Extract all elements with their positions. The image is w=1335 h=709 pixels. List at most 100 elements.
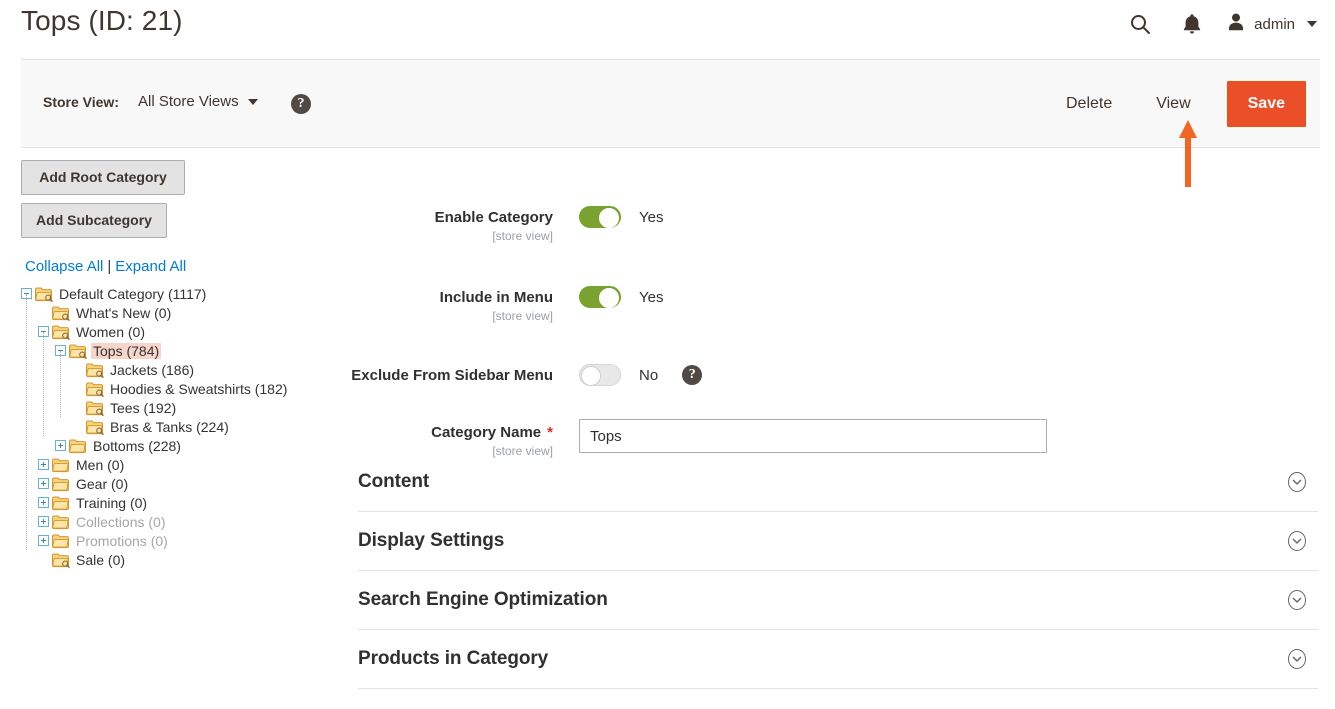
enable-category-scope: [store view] [492, 229, 553, 243]
chevron-down-icon [247, 98, 258, 105]
store-view-label: Store View: [43, 93, 119, 110]
chevron-down-circle-icon[interactable] [1286, 589, 1308, 611]
save-button[interactable]: Save [1226, 80, 1306, 127]
category-form: Enable Category [store view] Yes Include… [331, 160, 1321, 458]
section-title: Content [358, 471, 430, 492]
tree-item[interactable]: Training (0) [21, 493, 331, 512]
enable-category-label-box: Enable Category [store view] [331, 204, 579, 243]
category-tree: Default Category (1117) What's New (0) Wom… [21, 284, 331, 569]
bell-icon[interactable] [1166, 0, 1218, 48]
chevron-down-circle-icon[interactable] [1286, 530, 1308, 552]
expand-all-link[interactable]: Expand All [115, 258, 186, 275]
section-header[interactable]: Products in Category [358, 630, 1318, 689]
category-name-control [579, 419, 1047, 453]
tree-item[interactable]: Bottoms (228) [21, 436, 331, 455]
folder-icon [69, 439, 87, 453]
tree-item[interactable]: Gear (0) [21, 474, 331, 493]
tree-item-label: Sale (0) [76, 551, 126, 568]
folder-icon [52, 477, 70, 491]
exclude-sidebar-toggle[interactable] [579, 364, 621, 386]
tree-item[interactable]: Tees (192) [21, 398, 331, 417]
user-avatar-icon [1226, 12, 1246, 37]
tree-item-label: Tees (192) [110, 399, 177, 416]
category-name-input[interactable] [579, 419, 1047, 453]
link-separator: | [107, 258, 112, 275]
tree-guide-line [26, 294, 27, 550]
chevron-down-circle-icon[interactable] [1286, 648, 1308, 670]
section-header[interactable]: Content [358, 453, 1318, 512]
expand-node-icon[interactable] [38, 478, 49, 489]
tree-item[interactable]: Jackets (186) [21, 360, 331, 379]
include-in-menu-toggle[interactable] [579, 286, 621, 308]
include-in-menu-label: Include in Menu [439, 289, 553, 306]
page-title: Tops (ID: 21) [21, 5, 183, 36]
store-view-help-icon[interactable]: ? [291, 94, 311, 114]
folder-icon [52, 534, 70, 548]
tree-guide-line [60, 351, 61, 417]
tree-item[interactable]: Men (0) [21, 455, 331, 474]
toggle-knob [599, 288, 619, 308]
tree-item[interactable]: Tops (784) [21, 341, 331, 360]
chevron-down-icon [1307, 21, 1317, 27]
include-in-menu-value: Yes [639, 288, 664, 306]
exclude-sidebar-label: Exclude From Sidebar Menu [351, 367, 553, 384]
folder-icon [86, 382, 104, 397]
chevron-down-circle-icon[interactable] [1286, 471, 1308, 493]
add-subcategory-button[interactable]: Add Subcategory [21, 203, 167, 238]
tree-item-label: Women (0) [76, 323, 145, 340]
tree-item[interactable]: Default Category (1117) [21, 284, 331, 303]
folder-icon [52, 306, 70, 321]
field-enable-category: Enable Category [store view] Yes [331, 204, 1321, 243]
expand-node-icon[interactable] [55, 440, 66, 451]
folder-icon [52, 553, 70, 568]
enable-category-toggle[interactable] [579, 206, 621, 228]
tree-item[interactable]: Promotions (0) [21, 531, 331, 550]
expand-node-icon[interactable] [38, 459, 49, 470]
delete-button[interactable]: Delete [1044, 85, 1134, 123]
user-menu[interactable]: admin [1218, 0, 1321, 48]
folder-icon [69, 344, 87, 359]
tree-item[interactable]: Bras & Tanks (224) [21, 417, 331, 436]
section-header[interactable]: Search Engine Optimization [358, 571, 1318, 630]
tree-item-label: Promotions (0) [76, 532, 168, 549]
tree-item[interactable]: Women (0) [21, 322, 331, 341]
view-button[interactable]: View [1134, 85, 1212, 123]
required-marker: * [547, 424, 553, 441]
folder-icon [35, 287, 53, 302]
search-icon[interactable] [1114, 0, 1166, 48]
tree-item-label: Collections (0) [76, 513, 166, 530]
field-include-in-menu: Include in Menu [store view] Yes [331, 284, 1321, 323]
tree-item-label: What's New (0) [76, 304, 172, 321]
tree-item[interactable]: Sale (0) [21, 550, 331, 569]
expand-node-icon[interactable] [38, 535, 49, 546]
exclude-sidebar-value: No [639, 366, 659, 384]
tree-item[interactable]: Hoodies & Sweatshirts (182) [21, 379, 331, 398]
exclude-sidebar-help-icon[interactable]: ? [682, 365, 703, 385]
section-header[interactable]: Display Settings [358, 512, 1318, 571]
store-view-switcher[interactable]: All Store Views [138, 93, 258, 110]
tree-item[interactable]: What's New (0) [21, 303, 331, 322]
tree-item-label: Bras & Tanks (224) [110, 418, 229, 435]
tree-item[interactable]: Collections (0) [21, 512, 331, 531]
folder-icon [52, 325, 70, 340]
enable-category-label: Enable Category [434, 209, 553, 226]
tree-item-label: Jackets (186) [110, 361, 195, 378]
expand-node-icon[interactable] [38, 516, 49, 527]
tree-item-label: Hoodies & Sweatshirts (182) [110, 380, 288, 397]
tree-guide-line [43, 332, 44, 436]
include-in-menu-control: Yes [579, 284, 663, 308]
user-name: admin [1254, 15, 1295, 33]
enable-category-control: Yes [579, 204, 663, 228]
toggle-knob [581, 366, 601, 386]
folder-icon [86, 363, 104, 378]
folder-icon [52, 458, 70, 472]
admin-header: Tops (ID: 21) admin [0, 0, 1335, 48]
field-exclude-from-sidebar-menu: Exclude From Sidebar Menu No ? [331, 362, 1321, 386]
add-root-category-button[interactable]: Add Root Category [21, 160, 185, 195]
folder-icon [86, 401, 104, 416]
collapse-all-link[interactable]: Collapse All [25, 258, 103, 275]
expand-node-icon[interactable] [38, 497, 49, 508]
store-view-group: Store View: All Store Views [43, 93, 258, 110]
